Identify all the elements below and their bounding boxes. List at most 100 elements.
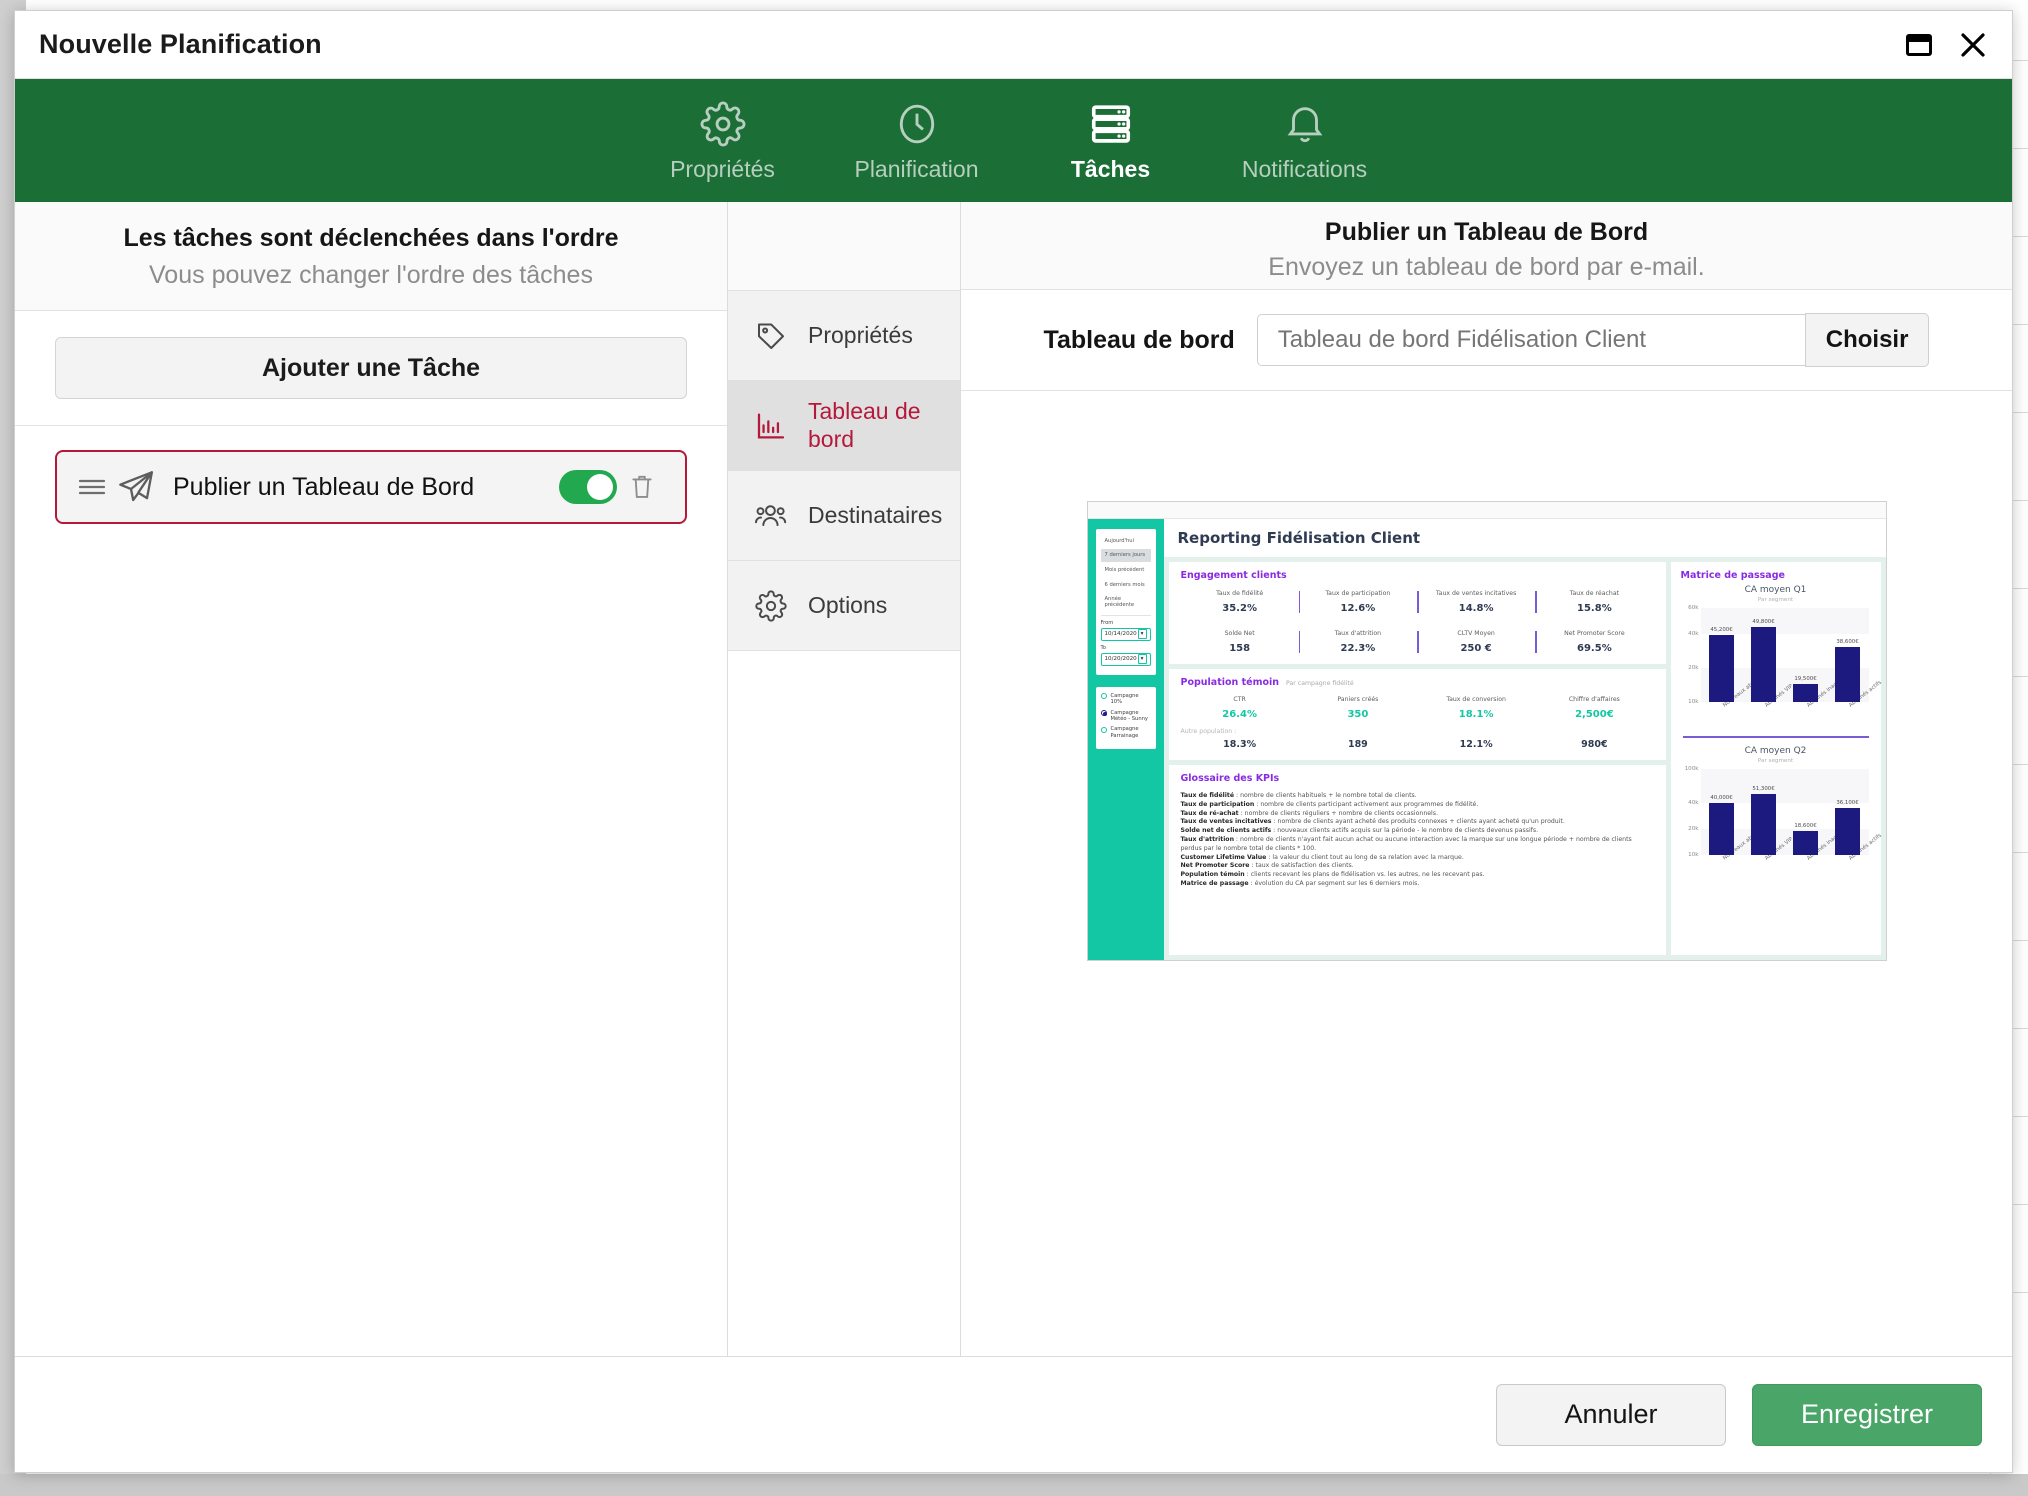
kpi-value: 14.8%: [1458, 603, 1494, 614]
nav-item-destinataires[interactable]: Destinataires: [728, 471, 960, 561]
population-headers: CTR 26.4% Paniers créés 350 Taux de conv…: [1181, 696, 1654, 720]
chart-q2-bars: 40,000€ 51,300€ 18,600€ 36,100€: [1700, 768, 1869, 855]
chart-q1-bar-group: 45,200€: [1701, 608, 1743, 702]
chart-q1-ytick: 40k: [1688, 631, 1699, 638]
save-button[interactable]: Enregistrer: [1752, 1383, 1982, 1446]
glossary-term: Solde net de clients actifs: [1180, 827, 1272, 835]
population-other-value: 18.3%: [1223, 739, 1257, 750]
chart-q2-xlabel: Nouveaux abonnés: [1721, 824, 1767, 862]
period-option[interactable]: Aujourd'hui: [1101, 534, 1151, 547]
to-label: To: [1100, 644, 1106, 651]
chart-q1-bar-group: 38,600€: [1827, 608, 1869, 702]
chart-q1-bars: 45,200€ 49,800€ 19,500€ 38,600€: [1700, 608, 1869, 702]
chart-q2-bar-group: 18,600€: [1785, 769, 1827, 855]
add-task-button[interactable]: Ajouter une Tâche: [55, 337, 687, 399]
chart-q2-bar: [1709, 803, 1734, 855]
period-option[interactable]: Année précédente: [1101, 593, 1151, 612]
dashboard-preview-area: Aujourd'hui 7 derniers jours Mois précéd…: [961, 391, 2012, 1356]
chart-q1-bar-group: 19,500€: [1785, 608, 1827, 702]
population-title: Population témoin Par campagne fidélité: [1181, 677, 1654, 688]
kpi-label: Taux d'attrition: [1334, 630, 1382, 637]
chart-q1-yaxis: 60k 40k 20k 10k: [1681, 605, 1701, 705]
campaign-label: Campagne Météo - Sunny: [1110, 709, 1148, 722]
nav-item-proprietes[interactable]: Propriétés: [728, 291, 960, 381]
chart-q1-ytick: 20k: [1688, 665, 1699, 672]
tab-taches[interactable]: Tâches: [1014, 97, 1208, 183]
glossary-entry: Taux de fidélité : nombre de clients hab…: [1181, 792, 1654, 801]
tab-planification[interactable]: Planification: [820, 97, 1014, 183]
task-list: Publier un Tableau de Bord: [15, 426, 727, 1356]
glossary-entry: Net Promoter Score : taux de satisfactio…: [1181, 862, 1654, 871]
glossary-term: Taux d'attrition: [1180, 835, 1234, 843]
drag-handle-icon[interactable]: [75, 477, 109, 497]
chart-q2-bar-group: 40,000€: [1701, 769, 1743, 855]
clock-icon: [894, 97, 940, 147]
kpi-cell: Solde Net 158: [1181, 630, 1299, 654]
campaign-option[interactable]: Campagne 10%: [1100, 693, 1151, 706]
dialog-title: Nouvelle Planification: [39, 29, 322, 59]
population-header-label: Taux de conversion: [1446, 696, 1506, 703]
chart-q1-xlabel: Nouveaux abonnés: [1721, 672, 1767, 709]
kpi-cell: Net Promoter Score 69.5%: [1535, 630, 1653, 654]
trash-icon[interactable]: [617, 472, 667, 502]
choose-dashboard-button[interactable]: Choisir: [1804, 313, 1930, 367]
chart-q1-xlabel: Abonnés inactifs: [1805, 676, 1845, 709]
population-other-cell: 12.1%: [1417, 739, 1535, 750]
dashboard-left-column: Engagement clients Taux de fidélité 35.2…: [1168, 562, 1666, 955]
nav-item-label: Tableau de bord: [808, 398, 921, 452]
tab-notifications[interactable]: Notifications: [1208, 97, 1402, 183]
kpi-label: Solde Net: [1224, 630, 1255, 637]
period-option[interactable]: 6 derniers mois: [1101, 578, 1151, 591]
dashboard-input[interactable]: [1275, 325, 1787, 355]
tag-icon: [750, 320, 792, 352]
chevron-down-icon[interactable]: ▾: [1137, 654, 1147, 665]
engagement-row-1: Taux de fidélité 35.2% Taux de participa…: [1181, 590, 1654, 614]
chart-q2-bar-label: 40,000€: [1710, 795, 1733, 801]
kpi-value: 22.3%: [1340, 643, 1376, 654]
from-date-input[interactable]: 10/14/2020 ▾: [1100, 627, 1151, 641]
chart-q1-xlabel: Abonnés VIP: [1763, 683, 1794, 709]
campaign-option[interactable]: Campagne Météo - Sunny: [1100, 709, 1151, 723]
glossary-term: Taux de ré-achat: [1180, 809, 1239, 817]
from-date-value: 10/14/2020: [1104, 631, 1137, 638]
period-option[interactable]: 7 derniers jours: [1100, 548, 1151, 562]
chart-q2-xlabel: Abonnés actifs: [1847, 832, 1883, 862]
kpi-label: Taux de participation: [1325, 590, 1391, 597]
gear-icon: [750, 589, 792, 622]
population-header-label: CTR: [1233, 696, 1246, 703]
glossary-def: : nombre de clients n'ayant fait aucun a…: [1180, 835, 1632, 852]
nav-item-options[interactable]: Options: [728, 561, 960, 651]
kpi-cell: Taux de réachat 15.8%: [1535, 590, 1653, 614]
chart-q1-bar: [1835, 647, 1860, 702]
chart-q2-ytick: 40k: [1688, 799, 1699, 806]
chart-q1-xlabel: Abonnés actifs: [1847, 679, 1883, 709]
chart-q1-plot: 60k 40k 20k 10k 45,200€ 49,800€ 19,500€ …: [1681, 605, 1883, 728]
nav-item-tableau-de-bord[interactable]: Tableau de bord: [728, 381, 960, 471]
chart-q2-ytick: 20k: [1688, 825, 1699, 832]
close-icon[interactable]: [1958, 30, 1988, 60]
dashboard-preview[interactable]: Aujourd'hui 7 derniers jours Mois précéd…: [1086, 501, 1887, 961]
task-enabled-toggle[interactable]: [559, 470, 617, 504]
dashboard-main: Reporting Fidélisation Client Engagement…: [1163, 519, 1886, 960]
radio-icon[interactable]: [1100, 726, 1107, 733]
kpi-cell: Taux de participation 12.6%: [1298, 590, 1417, 614]
chart-q2-bar-label: 18,600€: [1794, 822, 1817, 829]
radio-icon-selected[interactable]: [1100, 710, 1107, 717]
chart-q1-bar-label: 38,600€: [1836, 639, 1859, 646]
population-primary-value: 350: [1347, 709, 1369, 720]
chevron-down-icon[interactable]: ▾: [1137, 629, 1147, 640]
glossary-term: Taux de participation: [1180, 800, 1255, 808]
glossary-entry: Solde net de clients actifs : nouveaux c…: [1181, 827, 1654, 836]
chart-q1-bar: [1709, 635, 1734, 702]
cancel-button[interactable]: Annuler: [1496, 1383, 1726, 1446]
tab-proprietes[interactable]: Propriétés: [626, 97, 820, 183]
chart-q2-xlabel: Abonnés inactifs: [1805, 829, 1845, 862]
radio-icon[interactable]: [1100, 693, 1107, 700]
restore-window-icon[interactable]: [1904, 30, 1934, 60]
dashboard-input-wrapper[interactable]: [1256, 314, 1805, 366]
task-row-publish-dashboard[interactable]: Publier un Tableau de Bord: [55, 450, 687, 524]
campaign-option[interactable]: Campagne Parrainage: [1100, 726, 1151, 739]
to-date-input[interactable]: 10/20/2020 ▾: [1100, 652, 1151, 666]
period-option[interactable]: Mois précédent: [1101, 563, 1151, 576]
glossary-term: Population témoin: [1180, 871, 1245, 879]
